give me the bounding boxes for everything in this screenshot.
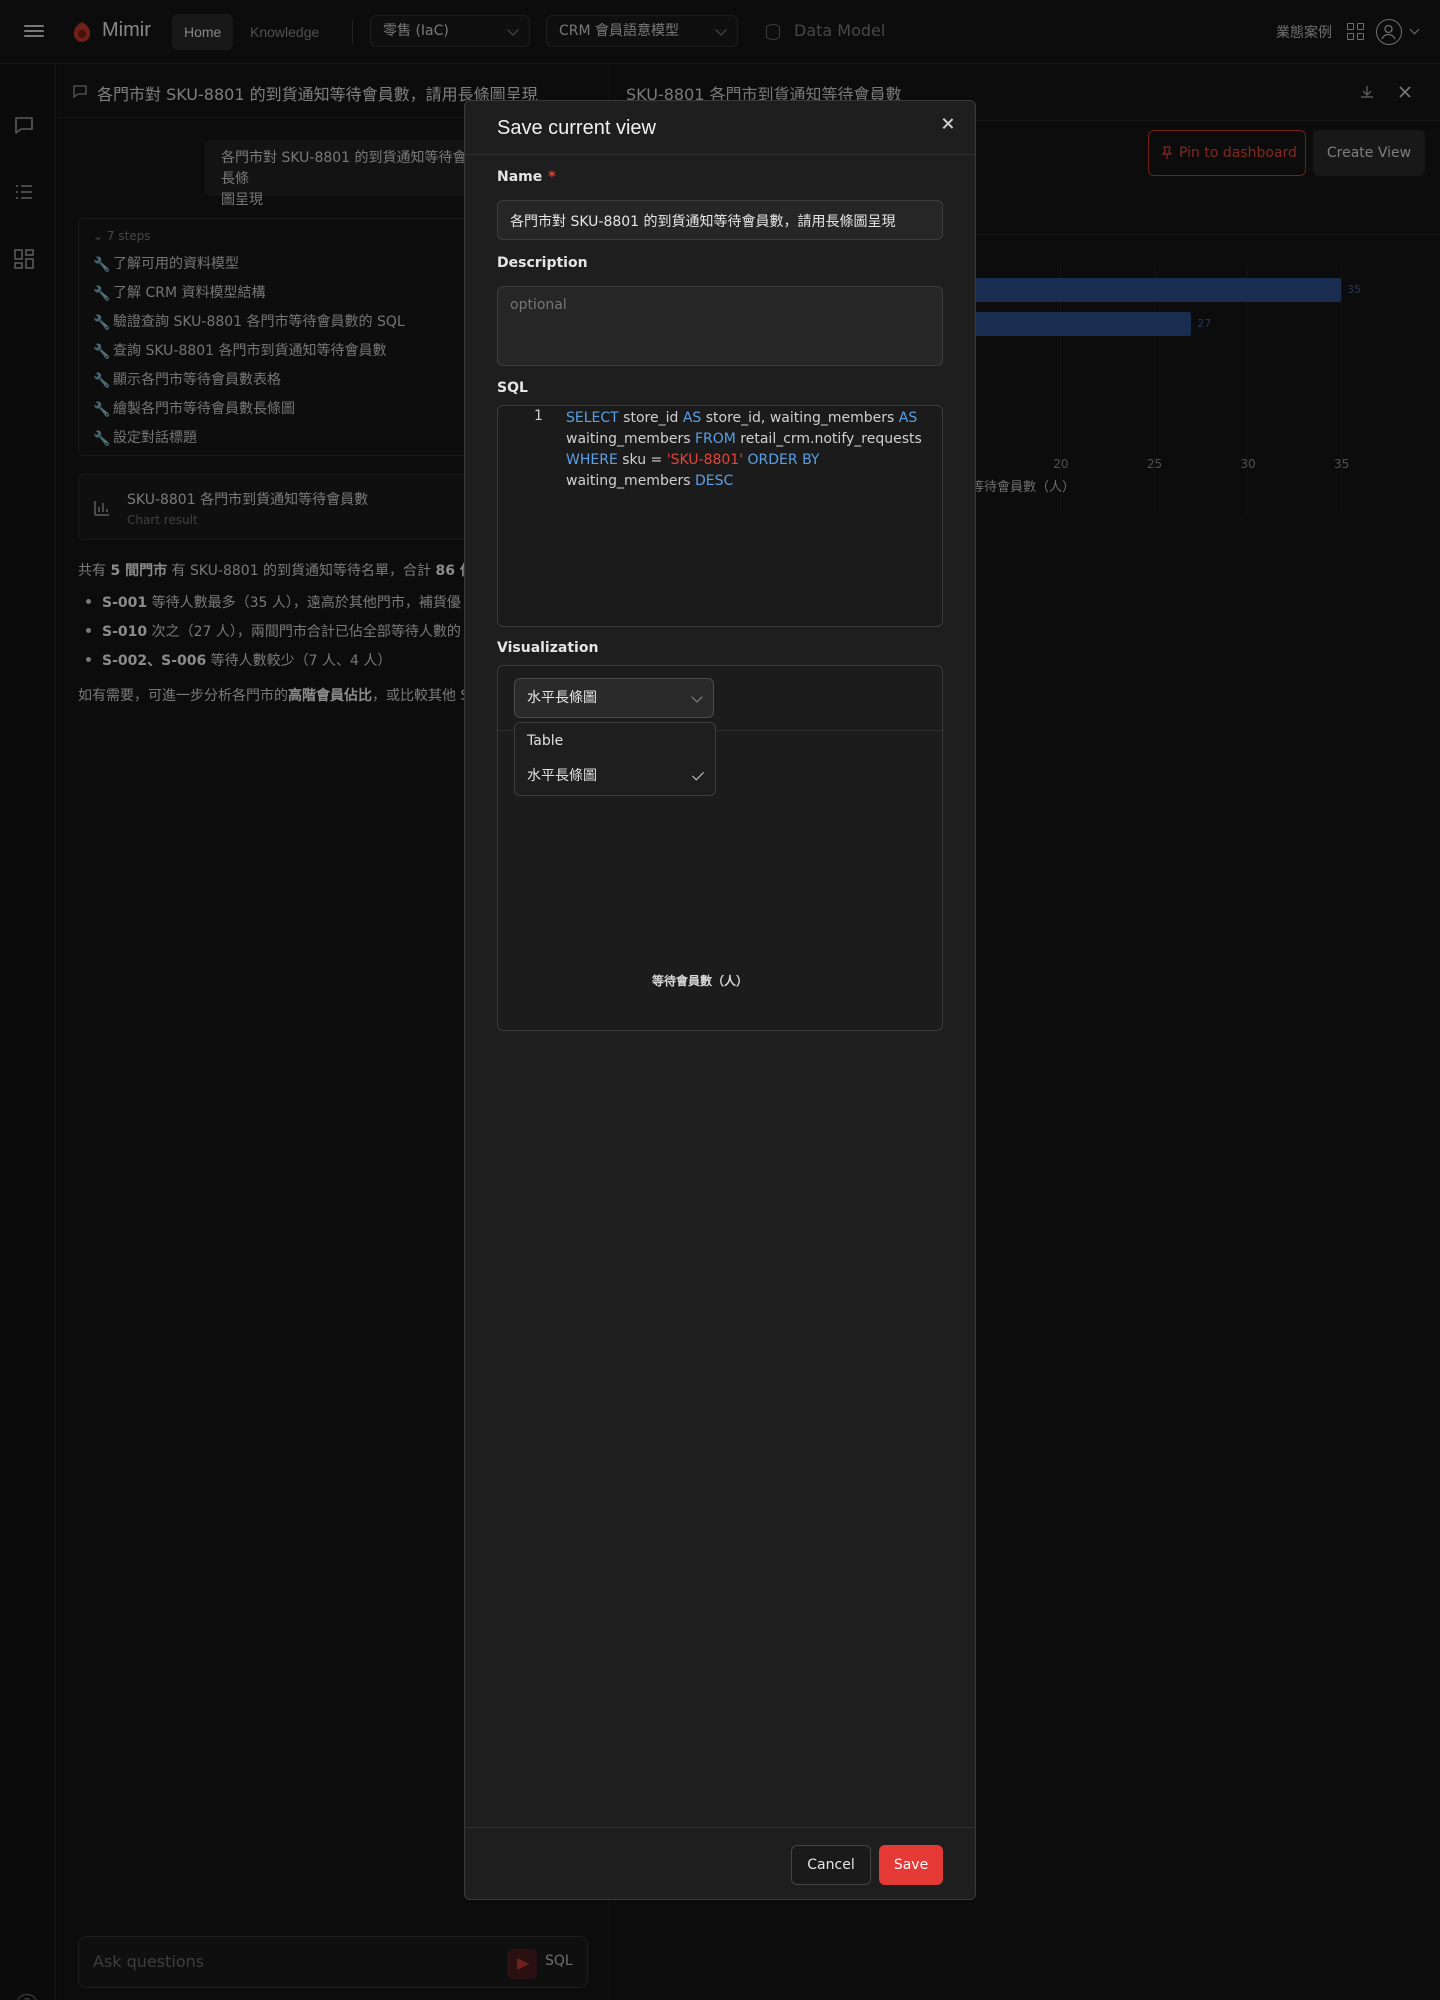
option-table[interactable]: Table [527,733,563,749]
sql-token: WHERE [566,452,618,468]
name-label: Name * [497,169,556,185]
visualization-select[interactable]: 水平長條圖 [514,678,714,718]
name-value: 各門市對 SKU-8801 的到貨通知等待會員數，請用長條圖呈現 [510,214,896,230]
required-marker: * [548,169,556,185]
sql-label: SQL [497,380,528,396]
cancel-button[interactable]: Cancel [791,1845,871,1885]
description-label: Description [497,255,588,271]
dialog-title: Save current view [497,117,656,139]
sql-token: ORDER BY [747,452,820,468]
description-field[interactable] [497,286,943,366]
visualization-label: Visualization [497,640,599,656]
sql-token: 'SKU-8801' [666,452,744,468]
check-icon [691,768,705,781]
name-label-text: Name [497,169,543,185]
divider [465,1827,975,1828]
sql-token: AS [682,410,702,426]
close-icon[interactable] [939,115,957,133]
visualization-dropdown: Table 水平長條圖 [514,722,716,796]
sql-token: retail_crm.notify_requests [735,431,927,447]
sql-token: FROM [694,431,736,447]
line-number: 1 [534,408,543,424]
sql-token: SELECT [566,410,619,426]
name-field[interactable]: 各門市對 SKU-8801 的到貨通知等待會員數，請用長條圖呈現 [497,200,943,240]
save-button[interactable]: Save [879,1845,943,1885]
save-view-dialog: Save current view Name * 各門市對 SKU-8801 的到… [464,100,976,1900]
divider [465,154,975,155]
sql-token: store_id, waiting_members [701,410,899,426]
preview-axis-label: 等待會員數（人） [652,974,749,988]
visualization-value: 水平長條圖 [527,690,597,706]
sql-code: SELECT store_id AS store_id, waiting_mem… [566,408,926,492]
sql-token: store_id [618,410,683,426]
visualization-panel: 水平長條圖 Table 水平長條圖 等待會員數（人） [497,665,943,1031]
sql-token: DESC [694,473,734,489]
chevron-down-icon [691,691,703,703]
option-horizontal-bar[interactable]: 水平長條圖 [527,765,597,785]
sql-editor[interactable]: 1 SELECT store_id AS store_id, waiting_m… [497,405,943,627]
sql-token: AS [898,410,918,426]
sql-token: sku = [617,452,667,468]
